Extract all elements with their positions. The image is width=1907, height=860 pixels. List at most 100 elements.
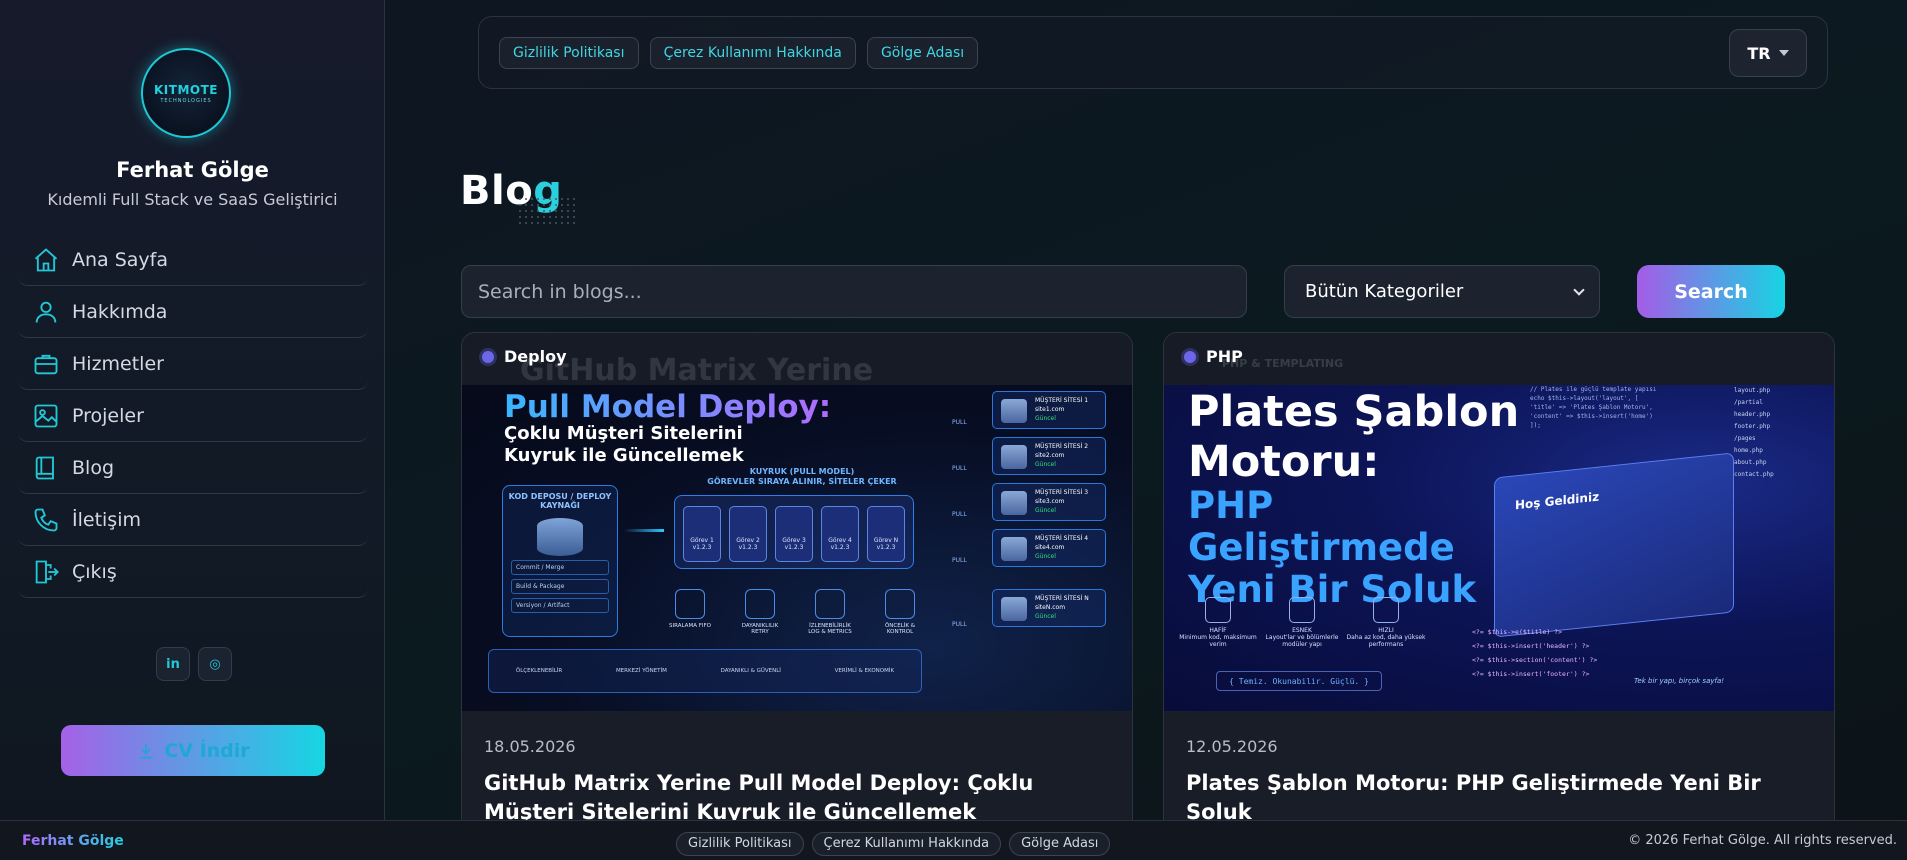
caret-down-icon (1778, 50, 1789, 56)
chevron-down-icon (1573, 283, 1585, 296)
file-entry: footer.php (1734, 423, 1771, 430)
queue-box: Görev 1 v1.2.3 Görev 2 v1.2.3 Görev 3 v1… (674, 495, 914, 569)
bolt-icon (1373, 597, 1399, 623)
target-name: MÜŞTERİ SİTESİ 1 (1035, 397, 1089, 404)
download-cv-button[interactable]: CV İndir (61, 725, 325, 776)
feature-label: SIRALAMA FIFO (669, 623, 711, 629)
cookie-policy-link[interactable]: Çerez Kullanımı Hakkında (649, 37, 856, 69)
nav-item-blog[interactable]: Blog (18, 442, 368, 494)
blog-search-input[interactable] (461, 265, 1247, 318)
nav-item-projects[interactable]: Projeler (18, 390, 368, 442)
feature-label: İZLENEBİLİRLİK LOG & METRICS (808, 623, 852, 635)
brand-logo[interactable]: KITMOTE TECHNOLOGIES (141, 48, 231, 138)
layers-icon (745, 589, 775, 619)
pull-label: PULL (952, 557, 967, 564)
language-selector[interactable]: TR (1729, 29, 1807, 77)
nav-item-contact[interactable]: İletişim (18, 494, 368, 546)
target-name: MÜŞTERİ SİTESİ 4 (1035, 535, 1089, 542)
job-item: Görev 2 v1.2.3 (729, 506, 767, 562)
target-status: Güncel (1035, 507, 1056, 514)
instagram-icon[interactable]: ◎ (198, 647, 232, 681)
feature-item: SIRALAMA FIFO (668, 589, 712, 635)
target-name: MÜŞTERİ SİTESİ N (1035, 595, 1089, 602)
post-title[interactable]: Plates Şablon Motoru: PHP Geliştirmede Y… (1186, 769, 1806, 827)
feature-desc: Minimum kod, maksimum verim (1179, 634, 1257, 648)
database-icon (537, 518, 583, 556)
target-url: site1.com (1035, 406, 1065, 413)
clock-icon (675, 589, 705, 619)
home-icon (34, 247, 58, 271)
privacy-policy-link[interactable]: Gizlilik Politikası (499, 37, 639, 69)
post-title[interactable]: GitHub Matrix Yerine Pull Model Deploy: … (484, 769, 1104, 827)
file-entry: about.php (1734, 459, 1767, 466)
category-select-value: Bütün Kategoriler (1305, 281, 1464, 302)
queue-subtitle: GÖREVLER SIRAYA ALINIR, SİTELER ÇEKER (707, 477, 897, 486)
feature-item: DAYANIKLILIK RETRY (738, 589, 782, 635)
queue-title-text: KUYRUK (PULL MODEL) (749, 467, 855, 476)
server-icon (1001, 399, 1027, 423)
target-status: Güncel (1035, 461, 1056, 468)
user-role: Kıdemli Full Stack ve SaaS Geliştirici (47, 190, 338, 209)
footer-cookie-link[interactable]: Çerez Kullanımı Hakkında (811, 832, 1002, 856)
cover-tagline: Tek bir yapı, birçok sayfa! (1634, 677, 1725, 685)
code-icon (1205, 597, 1231, 623)
category-badge[interactable]: Deploy (482, 347, 567, 366)
golge-adasi-link[interactable]: Gölge Adası (866, 37, 979, 69)
server-icon (1001, 537, 1027, 561)
nav-label: Hizmetler (72, 352, 164, 375)
phone-icon (34, 508, 58, 531)
nav-label: İletişim (72, 508, 141, 531)
card-cover-image[interactable]: Plates Şablon Motoru: PHP Geliştirmede Y… (1164, 385, 1834, 711)
sidebar: KITMOTE TECHNOLOGIES Ferhat Gölge Kıdeml… (0, 0, 385, 860)
file-entry: /partial (1734, 399, 1763, 406)
benefit-item: VERİMLİ & EKONOMİK (834, 668, 895, 674)
search-button[interactable]: Search (1637, 265, 1785, 318)
feature-row: SIRALAMA FIFO DAYANIKLILIK RETRY İZLENEB… (668, 589, 922, 635)
mockup-title: Hoş Geldiniz (1515, 489, 1600, 513)
source-box: KOD DEPOSU / DEPLOY KAYNAĞI Commit / Mer… (502, 485, 618, 637)
nav-item-logout[interactable]: Çıkış (18, 546, 368, 598)
category-select[interactable]: Bütün Kategoriler (1284, 265, 1600, 318)
file-entry: header.php (1734, 411, 1771, 418)
benefit-item: ÖLÇEKLENEBİLİR (515, 668, 563, 674)
nav-item-about[interactable]: Hakkımda (18, 286, 368, 338)
benefit-item: MERKEZİ YÖNETİM (615, 668, 667, 674)
category-badge[interactable]: PHP (1184, 347, 1243, 366)
download-icon (139, 743, 153, 758)
footer-brand[interactable]: Ferhat Gölge (22, 833, 124, 849)
dot-icon (1184, 350, 1196, 363)
card-header: GitHub Matrix Yerine Deploy (462, 333, 1132, 388)
user-icon (35, 301, 57, 323)
code-line: ]); (1530, 422, 1541, 429)
logout-icon (35, 560, 59, 583)
snippet-line: <?= $this->insert('header') ?> (1472, 642, 1590, 650)
source-item: Versiyon / Artifact (511, 598, 609, 613)
pull-label: PULL (952, 511, 967, 518)
book-icon (35, 456, 54, 479)
blog-card[interactable]: PHP & TEMPLATING PHP Plates Şablon Motor… (1163, 332, 1835, 860)
feature-name: ESNEK (1292, 627, 1312, 634)
target-name: MÜŞTERİ SİTESİ 3 (1035, 489, 1089, 496)
job-item: Görev 3 v1.2.3 (775, 506, 813, 562)
target-site: MÜŞTERİ SİTESİ 3 site3.com Güncel (992, 483, 1106, 521)
code-line: echo $this->layout('layout', [ (1530, 395, 1639, 402)
linkedin-icon[interactable]: in (156, 647, 190, 681)
social-links: in ◎ (156, 647, 232, 681)
footer-golge-adasi-link[interactable]: Gölge Adası (1009, 832, 1111, 856)
source-item: Build & Package (511, 579, 609, 594)
nav-item-home[interactable]: Ana Sayfa (18, 234, 368, 286)
briefcase-icon (34, 354, 58, 374)
layers-icon (1289, 597, 1315, 623)
blog-card[interactable]: GitHub Matrix Yerine Deploy Pull Model D… (461, 332, 1133, 860)
footer-privacy-link[interactable]: Gizlilik Politikası (676, 832, 804, 856)
footer: Ferhat Gölge Gizlilik Politikası Çerez K… (0, 820, 1907, 860)
target-url: site2.com (1035, 452, 1065, 459)
nav-label: Blog (72, 456, 114, 479)
snippet-line: <?= $this->insert('footer') ?> (1472, 670, 1590, 678)
file-entry: /pages (1734, 435, 1756, 442)
logo-tagline: TECHNOLOGIES (160, 97, 212, 104)
cover-headline: Plates Şablon Motoru: (1188, 387, 1520, 487)
card-cover-image[interactable]: Pull Model Deploy: Çoklu Müşteri Siteler… (462, 385, 1132, 711)
nav-item-services[interactable]: Hizmetler (18, 338, 368, 390)
logo-wordmark: KITMOTE (154, 82, 218, 97)
